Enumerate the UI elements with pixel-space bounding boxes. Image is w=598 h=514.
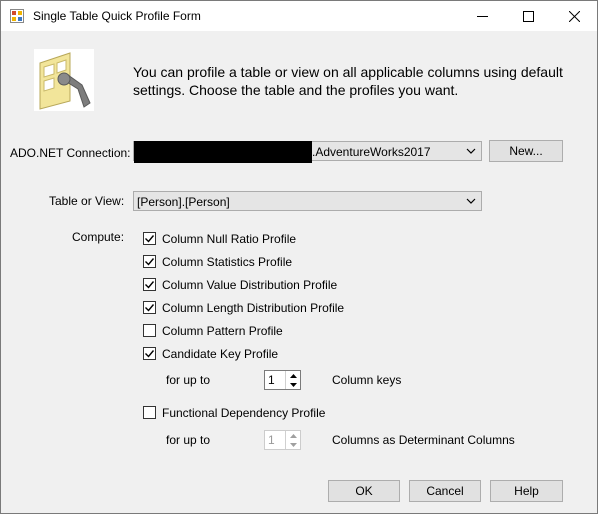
table-value: [Person].[Person]	[137, 195, 230, 209]
redacted-area	[134, 141, 312, 163]
profile-checkbox[interactable]	[143, 278, 156, 291]
minimize-button[interactable]	[459, 1, 505, 31]
profile-checkbox-label: Column Null Ratio Profile	[162, 232, 297, 246]
stepper-value: 1	[268, 433, 275, 447]
caret-down-icon	[289, 442, 297, 447]
stepper-value: 1	[268, 373, 275, 387]
compute-label: Compute:	[72, 230, 125, 244]
chevron-down-icon	[466, 148, 476, 154]
determinant-count-stepper: 1	[264, 430, 301, 450]
profile-checkbox-label: Candidate Key Profile	[162, 347, 279, 361]
functional-dependency-label: Functional Dependency Profile	[162, 406, 326, 420]
fd-suffix: Columns as Determinant Columns	[332, 433, 515, 447]
profile-checkbox[interactable]	[143, 255, 156, 268]
connection-value: .AdventureWorks2017	[312, 145, 431, 159]
window-title: Single Table Quick Profile Form	[33, 9, 201, 23]
stepper-down-button[interactable]	[286, 380, 300, 389]
minimize-icon	[476, 15, 488, 17]
cancel-button[interactable]: Cancel	[409, 480, 481, 502]
profile-checkbox[interactable]	[143, 347, 156, 360]
functional-dependency-checkbox[interactable]	[143, 406, 156, 419]
candidate-key-count-stepper[interactable]: 1	[264, 370, 301, 390]
table-wrench-icon	[34, 49, 94, 111]
profile-checkbox-label: Column Length Distribution Profile	[162, 301, 345, 315]
caret-down-icon	[289, 382, 297, 387]
checkmark-icon	[145, 235, 155, 243]
checkmark-icon	[145, 281, 155, 289]
chevron-down-icon	[466, 198, 476, 204]
candidate-key-for-up-to-label: for up to	[166, 373, 211, 387]
checkmark-icon	[145, 304, 155, 312]
stepper-up-button	[286, 431, 300, 440]
connection-combo[interactable]: .AdventureWorks2017	[133, 141, 482, 163]
ok-button[interactable]: OK	[328, 480, 400, 502]
close-icon	[568, 10, 580, 22]
checkmark-icon	[145, 258, 155, 266]
stepper-arrows	[285, 431, 300, 449]
intro-text: You can profile a table or view on all a…	[133, 64, 563, 98]
profile-checkbox-label: Column Pattern Profile	[162, 324, 283, 338]
table-combo[interactable]: [Person].[Person]	[133, 191, 482, 211]
stepper-down-button	[286, 440, 300, 449]
caret-up-icon	[289, 433, 297, 438]
maximize-icon	[522, 10, 534, 22]
close-button[interactable]	[551, 1, 597, 31]
table-label: Table or View:	[49, 194, 125, 208]
maximize-button[interactable]	[505, 1, 551, 31]
new-connection-button[interactable]: New...	[489, 140, 563, 162]
profile-checkbox-label: Column Value Distribution Profile	[162, 278, 338, 292]
caret-up-icon	[289, 373, 297, 378]
profile-checkbox[interactable]	[143, 232, 156, 245]
title-bar[interactable]: Single Table Quick Profile Form	[1, 1, 597, 31]
profile-checkbox-label: Column Statistics Profile	[162, 255, 293, 269]
stepper-arrows	[285, 371, 300, 389]
help-button[interactable]: Help	[490, 480, 563, 502]
profile-checkbox[interactable]	[143, 301, 156, 314]
stepper-up-button[interactable]	[286, 371, 300, 380]
candidate-key-suffix: Column keys	[332, 373, 402, 387]
dialog-window: Single Table Quick Profile Form You can …	[0, 0, 598, 514]
app-icon	[10, 9, 24, 23]
profile-checkbox[interactable]	[143, 324, 156, 337]
checkmark-icon	[145, 350, 155, 358]
connection-label: ADO.NET Connection:	[10, 146, 131, 160]
fd-for-up-to-label: for up to	[166, 433, 211, 447]
